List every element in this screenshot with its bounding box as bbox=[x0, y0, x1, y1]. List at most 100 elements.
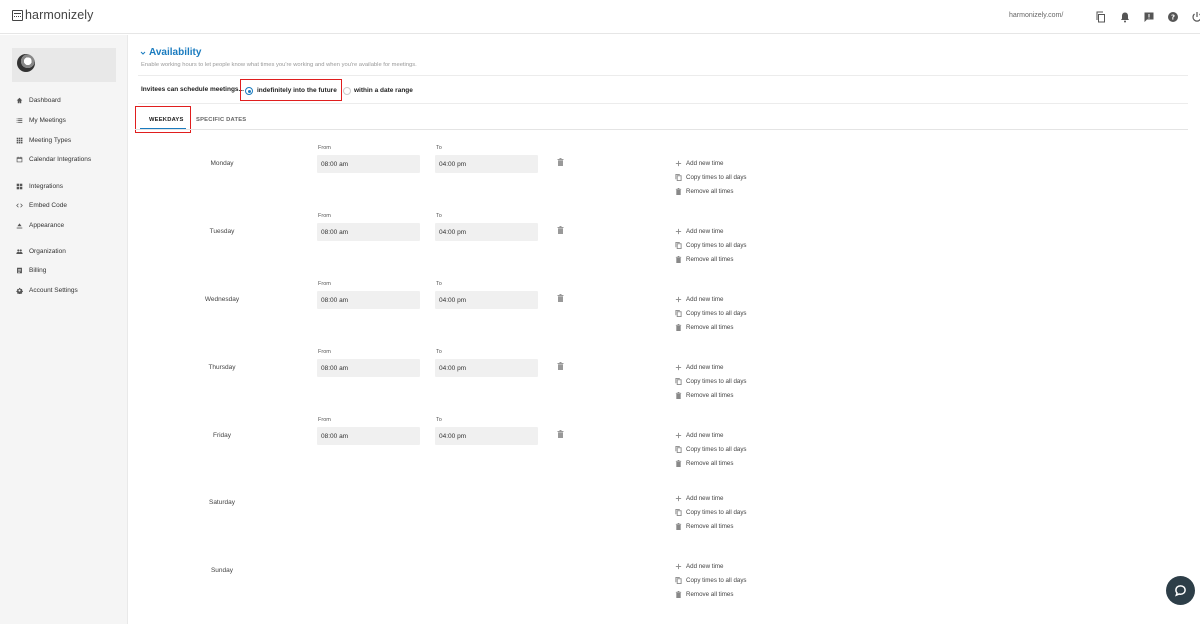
logo[interactable]: harmonizely bbox=[12, 8, 94, 22]
from-time-input[interactable]: 08:00 am bbox=[317, 359, 420, 377]
top-bar: harmonizely harmonizely.com/ ? bbox=[0, 0, 1200, 34]
sidebar-item-label: Organization bbox=[29, 248, 66, 255]
trash-icon[interactable] bbox=[557, 362, 564, 370]
day-name: Tuesday bbox=[209, 228, 235, 235]
widgets-icon bbox=[16, 183, 23, 190]
trash-icon[interactable] bbox=[557, 430, 564, 438]
add-time-label: Add new time bbox=[686, 432, 724, 439]
remove-times-button[interactable]: Remove all times bbox=[675, 392, 733, 399]
sidebar-item-integrations[interactable]: Integrations bbox=[16, 183, 63, 190]
radio-label-indefinitely[interactable]: indefinitely into the future bbox=[257, 87, 337, 94]
day-name: Saturday bbox=[208, 499, 236, 506]
day-row-tuesday: Tuesday From To 08:00 am 04:00 pm Add ne… bbox=[128, 206, 1200, 274]
sidebar-item-label: Embed Code bbox=[29, 202, 67, 209]
copy-times-button[interactable]: Copy times to all days bbox=[675, 378, 747, 385]
sidebar-item-dashboard[interactable]: Dashboard bbox=[16, 97, 61, 104]
feedback-icon[interactable] bbox=[1142, 10, 1156, 24]
add-time-button[interactable]: Add new time bbox=[675, 364, 724, 371]
chat-button[interactable] bbox=[1166, 576, 1195, 605]
trash-icon[interactable] bbox=[557, 158, 564, 166]
copy-icon bbox=[675, 446, 682, 453]
copy-times-label: Copy times to all days bbox=[686, 310, 747, 317]
sidebar-item-billing[interactable]: Billing bbox=[16, 267, 46, 274]
remove-times-label: Remove all times bbox=[686, 188, 734, 195]
trash-icon[interactable] bbox=[557, 226, 564, 234]
remove-times-button[interactable]: Remove all times bbox=[675, 523, 733, 530]
plus-icon bbox=[675, 228, 682, 235]
radio-label-date-range[interactable]: within a date range bbox=[354, 87, 413, 94]
sidebar-item-label: Appearance bbox=[29, 222, 65, 229]
sidebar-item-account-settings[interactable]: Account Settings bbox=[16, 287, 78, 294]
profile-card[interactable] bbox=[12, 48, 116, 82]
from-time-input[interactable]: 08:00 am bbox=[317, 427, 420, 445]
copy-times-button[interactable]: Copy times to all days bbox=[675, 310, 747, 317]
add-time-button[interactable]: Add new time bbox=[675, 563, 724, 570]
from-time-input[interactable]: 08:00 am bbox=[317, 291, 420, 309]
plus-icon bbox=[675, 160, 682, 167]
trash-icon[interactable] bbox=[557, 294, 564, 302]
availability-toggle[interactable]: Availability bbox=[140, 47, 201, 58]
to-time-input[interactable]: 04:00 pm bbox=[435, 359, 538, 377]
remove-times-button[interactable]: Remove all times bbox=[675, 188, 733, 195]
copy-times-button[interactable]: Copy times to all days bbox=[675, 174, 747, 181]
add-time-button[interactable]: Add new time bbox=[675, 160, 724, 167]
sidebar-item-embed-code[interactable]: Embed Code bbox=[16, 202, 67, 209]
copy-times-button[interactable]: Copy times to all days bbox=[675, 242, 747, 249]
copy-times-label: Copy times to all days bbox=[686, 446, 747, 453]
copy-times-label: Copy times to all days bbox=[686, 509, 747, 516]
from-label: From bbox=[318, 213, 331, 219]
add-time-button[interactable]: Add new time bbox=[675, 296, 724, 303]
sidebar-item-label: Dashboard bbox=[29, 97, 61, 104]
trash-icon bbox=[675, 392, 682, 399]
divider bbox=[138, 75, 1188, 76]
copy-icon bbox=[675, 378, 682, 385]
copy-times-label: Copy times to all days bbox=[686, 174, 747, 181]
radio-date-range[interactable] bbox=[343, 87, 351, 95]
copy-icon bbox=[675, 242, 682, 249]
sidebar-item-my-meetings[interactable]: My Meetings bbox=[16, 117, 66, 124]
copy-times-button[interactable]: Copy times to all days bbox=[675, 446, 747, 453]
from-label: From bbox=[318, 349, 331, 355]
trash-icon bbox=[675, 523, 682, 530]
remove-times-button[interactable]: Remove all times bbox=[675, 591, 733, 598]
trash-icon bbox=[675, 324, 682, 331]
remove-times-label: Remove all times bbox=[686, 523, 734, 530]
list-icon bbox=[16, 118, 23, 123]
sidebar-item-calendar-integrations[interactable]: Calendar Integrations bbox=[16, 156, 91, 163]
from-time-input[interactable]: 08:00 am bbox=[317, 223, 420, 241]
copy-times-button[interactable]: Copy times to all days bbox=[675, 509, 747, 516]
tab-divider bbox=[135, 129, 1188, 130]
day-name: Friday bbox=[212, 432, 232, 439]
add-time-button[interactable]: Add new time bbox=[675, 495, 724, 502]
add-time-label: Add new time bbox=[686, 160, 724, 167]
trash-icon bbox=[675, 256, 682, 263]
day-row-wednesday: Wednesday From To 08:00 am 04:00 pm Add … bbox=[128, 274, 1200, 342]
remove-times-button[interactable]: Remove all times bbox=[675, 256, 733, 263]
copy-icon bbox=[675, 310, 682, 317]
tab-specific-dates[interactable]: SPECIFIC DATES bbox=[196, 117, 246, 123]
sidebar-item-appearance[interactable]: Appearance bbox=[16, 222, 64, 229]
sidebar-item-meeting-types[interactable]: Meeting Types bbox=[16, 137, 71, 144]
to-time-input[interactable]: 04:00 pm bbox=[435, 223, 538, 241]
plus-icon bbox=[675, 296, 682, 303]
copy-icon[interactable] bbox=[1094, 10, 1108, 24]
radio-indefinitely[interactable] bbox=[245, 87, 253, 95]
to-time-input[interactable]: 04:00 pm bbox=[435, 291, 538, 309]
remove-times-button[interactable]: Remove all times bbox=[675, 460, 733, 467]
remove-times-button[interactable]: Remove all times bbox=[675, 324, 733, 331]
copy-times-label: Copy times to all days bbox=[686, 577, 747, 584]
to-time-input[interactable]: 04:00 pm bbox=[435, 427, 538, 445]
bell-icon[interactable] bbox=[1118, 10, 1132, 24]
to-time-input[interactable]: 04:00 pm bbox=[435, 155, 538, 173]
help-icon[interactable]: ? bbox=[1166, 10, 1180, 24]
copy-times-button[interactable]: Copy times to all days bbox=[675, 577, 747, 584]
power-icon[interactable] bbox=[1190, 10, 1200, 24]
copy-times-label: Copy times to all days bbox=[686, 378, 747, 385]
profile-url[interactable]: harmonizely.com/ bbox=[1009, 12, 1063, 19]
avatar[interactable] bbox=[17, 54, 35, 72]
add-time-button[interactable]: Add new time bbox=[675, 228, 724, 235]
sidebar-item-organization[interactable]: Organization bbox=[16, 248, 66, 255]
add-time-button[interactable]: Add new time bbox=[675, 432, 724, 439]
from-time-input[interactable]: 08:00 am bbox=[317, 155, 420, 173]
add-time-label: Add new time bbox=[686, 495, 724, 502]
